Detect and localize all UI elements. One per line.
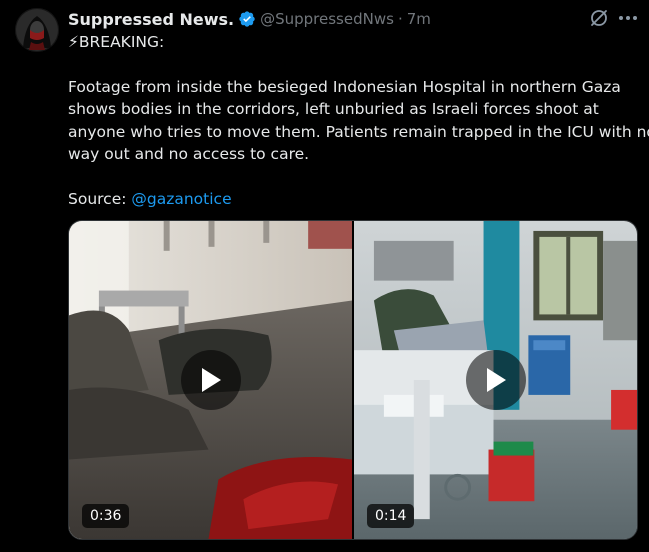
tweet-timestamp[interactable]: 7m [407,10,431,28]
source-mention-link[interactable]: @gazanotice [131,190,231,208]
breaking-line: ⚡BREAKING: [68,33,165,51]
play-icon[interactable] [465,350,526,410]
source-line: Source: @gazanotice [68,188,638,211]
more-options-icon[interactable] [617,8,639,28]
author-name[interactable]: Suppressed News. [68,10,234,29]
play-icon[interactable] [180,350,241,410]
tweet-header: Suppressed News. @SuppressedNws · 7m [68,8,431,30]
video-duration-2: 0:14 [367,504,415,528]
body-line: anyone who tries to move them. Patients … [68,122,649,141]
body-line: Footage from inside the besieged Indones… [68,77,621,96]
media-grid: 0:36 0:14 [68,220,638,540]
body-line: way out and no access to care. [68,145,310,163]
author-handle[interactable]: @SuppressedNws [260,10,394,28]
body-line: shows bodies in the corridors, left unbu… [68,100,599,118]
avatar[interactable] [15,8,59,52]
tweet-text: ⚡BREAKING: Footage from inside the besie… [68,31,649,211]
verified-badge-icon[interactable] [238,10,256,28]
grok-icon[interactable] [589,8,609,28]
separator-dot: · [397,10,403,28]
source-label: Source: [68,189,132,208]
video-player-2[interactable]: 0:14 [354,221,637,539]
avatar-image [15,8,59,52]
video-player-1[interactable]: 0:36 [69,221,352,539]
video-duration-1: 0:36 [82,504,130,528]
